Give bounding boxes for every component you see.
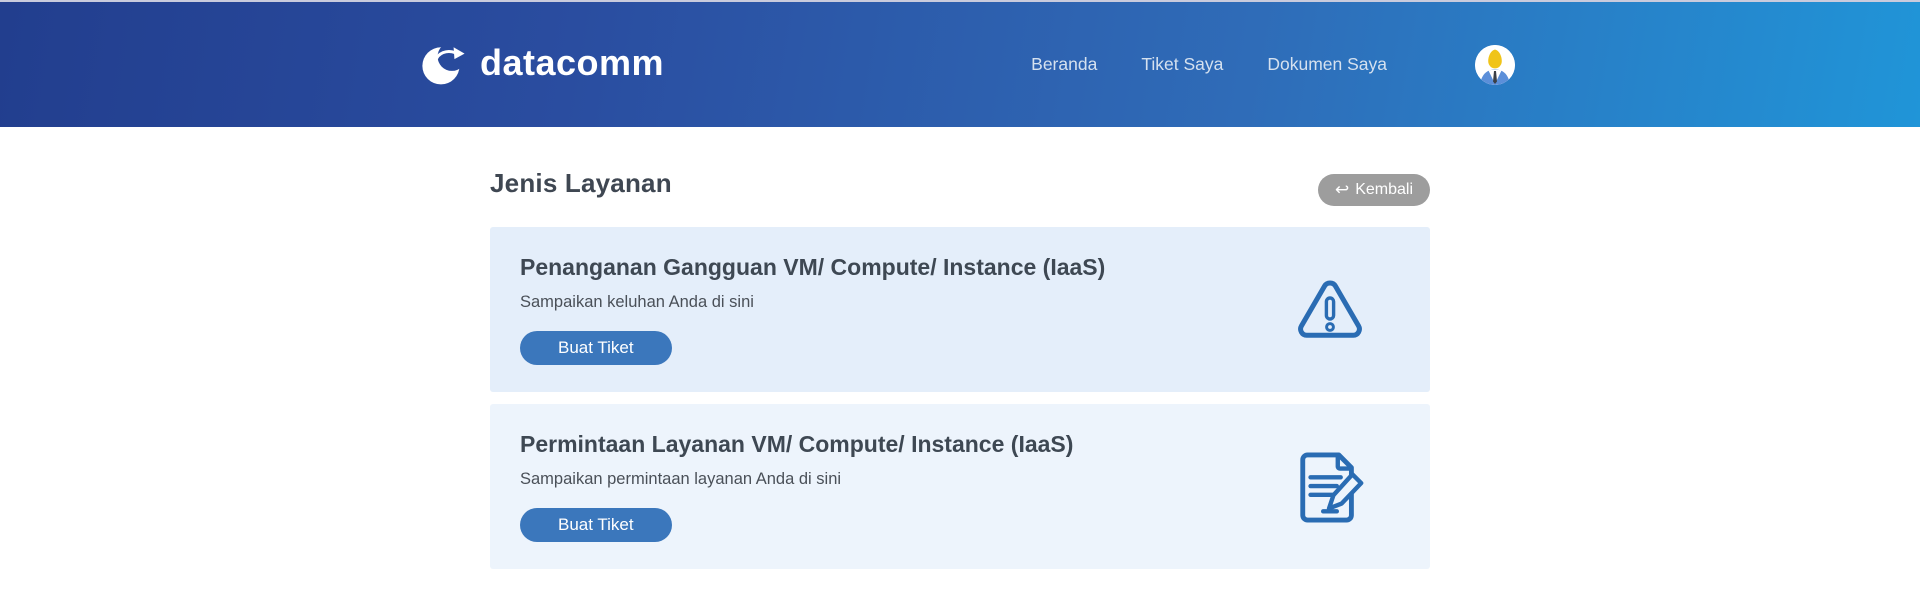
service-card-text: Permintaan Layanan VM/ Compute/ Instance… xyxy=(520,431,1073,542)
datacomm-logo-text: datacomm xyxy=(480,45,664,85)
service-card-subtitle: Sampaikan keluhan Anda di sini xyxy=(520,293,1105,313)
service-card-title: Penanganan Gangguan VM/ Compute/ Instanc… xyxy=(520,254,1105,282)
title-row: Jenis Layanan ↩ Kembali xyxy=(490,167,1430,200)
service-card-permintaan: Permintaan Layanan VM/ Compute/ Instance… xyxy=(490,404,1430,569)
warning-triangle-icon xyxy=(1294,275,1366,343)
service-card-subtitle: Sampaikan permintaan layanan Anda di sin… xyxy=(520,470,1073,490)
service-card-text: Penanganan Gangguan VM/ Compute/ Instanc… xyxy=(520,254,1105,365)
user-avatar-icon xyxy=(1475,45,1515,85)
datacomm-logo-icon xyxy=(419,42,473,88)
header: datacomm Beranda Tiket Saya Dokumen Saya xyxy=(0,2,1920,127)
header-inner: datacomm Beranda Tiket Saya Dokumen Saya xyxy=(405,42,1515,88)
service-card-gangguan: Penanganan Gangguan VM/ Compute/ Instanc… xyxy=(490,227,1430,392)
datacomm-logo[interactable]: datacomm xyxy=(419,42,664,88)
back-button[interactable]: ↩ Kembali xyxy=(1318,174,1430,206)
nav-item-beranda[interactable]: Beranda xyxy=(1031,54,1097,75)
main-nav: Beranda Tiket Saya Dokumen Saya xyxy=(1031,45,1515,85)
nav-item-tiket-saya[interactable]: Tiket Saya xyxy=(1141,54,1223,75)
return-arrow-icon: ↩ xyxy=(1335,181,1349,198)
document-edit-icon xyxy=(1294,449,1366,525)
page-title: Jenis Layanan xyxy=(490,167,672,200)
service-card-title: Permintaan Layanan VM/ Compute/ Instance… xyxy=(520,431,1073,459)
buat-tiket-button-gangguan[interactable]: Buat Tiket xyxy=(520,331,672,365)
back-button-label: Kembali xyxy=(1355,181,1413,199)
nav-item-dokumen-saya[interactable]: Dokumen Saya xyxy=(1267,54,1387,75)
user-avatar[interactable] xyxy=(1475,45,1515,85)
buat-tiket-button-permintaan[interactable]: Buat Tiket xyxy=(520,508,672,542)
main-content: Jenis Layanan ↩ Kembali Penanganan Gangg… xyxy=(490,167,1430,569)
